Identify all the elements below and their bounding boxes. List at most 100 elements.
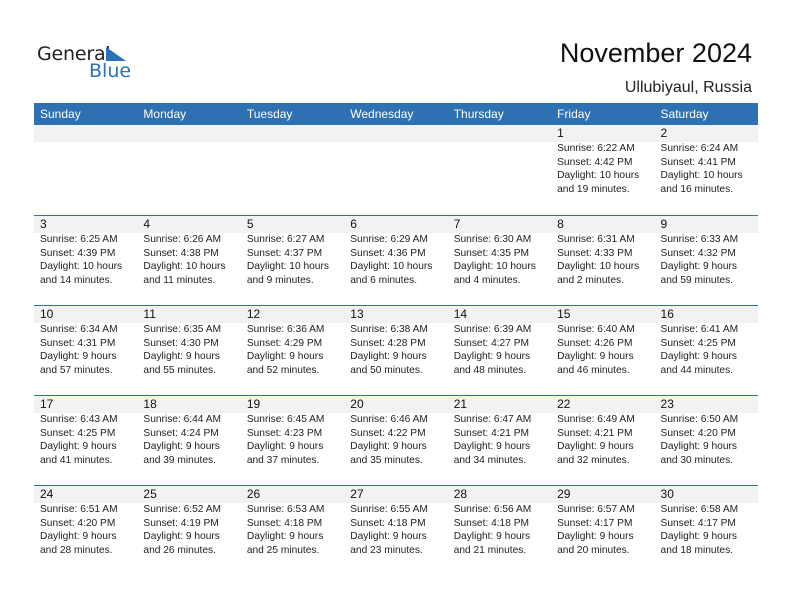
weekday-monday: Monday [143, 107, 187, 121]
day-cell: 4 Sunrise: 6:26 AM Sunset: 4:38 PM Daylight… [137, 216, 240, 287]
daylight-text: and 37 minutes. [246, 454, 320, 466]
sunrise-text: Sunrise: 6:57 AM [557, 504, 635, 515]
day-cell: 16 Sunrise: 6:41 AM Sunset: 4:25 PM Dayligh… [655, 306, 758, 377]
week-row: 24 Sunrise: 6:51 AM Sunset: 4:20 PM Dayligh… [34, 485, 758, 575]
day-number: 2 [660, 126, 668, 140]
day-cell: 26 Sunrise: 6:53 AM Sunset: 4:18 PM Dayligh… [241, 486, 344, 557]
day-number: 30 [660, 487, 674, 501]
daylight-text: Daylight: 9 hours [350, 441, 427, 452]
weekday-wednesday: Wednesday [350, 107, 414, 121]
sunrise-text: Sunrise: 6:36 AM [246, 324, 325, 335]
day-cell: 9 Sunrise: 6:33 AM Sunset: 4:32 PM Daylight… [655, 216, 758, 287]
sun-info: Sunrise: 6:34 AM Sunset: 4:31 PM Daylight:… [40, 323, 137, 377]
sunset-text: Sunset: 4:31 PM [40, 337, 116, 349]
sunrise-text: Sunrise: 6:31 AM [557, 234, 635, 245]
sunrise-text: Sunrise: 6:26 AM [143, 234, 222, 245]
sunrise-text: Sunrise: 6:56 AM [453, 504, 532, 515]
daylight-text: and 59 minutes. [660, 274, 734, 286]
sun-info: Sunrise: 6:24 AM Sunset: 4:41 PM Daylight:… [661, 142, 758, 196]
day-cell: 14 Sunrise: 6:39 AM Sunset: 4:27 PM Dayligh… [448, 306, 551, 377]
day-number: 16 [660, 307, 674, 321]
sunset-text: Sunset: 4:39 PM [40, 247, 116, 259]
day-number: 12 [246, 307, 261, 321]
sunset-text: Sunset: 4:17 PM [660, 517, 736, 529]
day-cell: 13 Sunrise: 6:38 AM Sunset: 4:28 PM Dayligh… [344, 306, 447, 377]
sunset-text: Sunset: 4:25 PM [40, 427, 116, 439]
sun-info: Sunrise: 6:40 AM Sunset: 4:26 PM Daylight:… [557, 323, 654, 377]
sunset-text: Sunset: 4:27 PM [453, 337, 530, 349]
daylight-text: and 25 minutes. [246, 544, 320, 556]
sun-info: Sunrise: 6:38 AM Sunset: 4:28 PM Daylight:… [350, 323, 447, 377]
sunrise-text: Sunrise: 6:44 AM [143, 414, 222, 425]
daylight-text: Daylight: 10 hours [453, 261, 536, 272]
sun-info: Sunrise: 6:43 AM Sunset: 4:25 PM Daylight:… [40, 413, 137, 467]
day-number: 22 [557, 397, 571, 411]
day-cell: 20 Sunrise: 6:46 AM Sunset: 4:22 PM Dayligh… [344, 396, 447, 467]
daylight-text: and 30 minutes. [660, 454, 734, 466]
daylight-text: and 18 minutes. [660, 544, 734, 556]
day-number: 7 [453, 217, 461, 231]
day-number: 9 [660, 217, 668, 231]
sunset-text: Sunset: 4:30 PM [143, 337, 219, 349]
daylight-text: and 20 minutes. [557, 544, 630, 556]
daylight-text: Daylight: 9 hours [246, 441, 324, 452]
sun-info: Sunrise: 6:39 AM Sunset: 4:27 PM Daylight:… [454, 323, 551, 377]
sunrise-text: Sunrise: 6:46 AM [350, 414, 428, 425]
sunrise-text: Sunrise: 6:43 AM [40, 414, 118, 425]
day-cell: 8 Sunrise: 6:31 AM Sunset: 4:33 PM Daylight… [551, 216, 654, 287]
sun-info: Sunrise: 6:51 AM Sunset: 4:20 PM Daylight:… [40, 503, 137, 557]
sunrise-text: Sunrise: 6:25 AM [40, 234, 118, 245]
sunset-text: Sunset: 4:42 PM [557, 156, 633, 168]
sunrise-text: Sunrise: 6:51 AM [40, 504, 118, 515]
sunset-text: Sunset: 4:28 PM [350, 337, 426, 349]
daylight-text: Daylight: 9 hours [660, 351, 737, 362]
day-cell: 30 Sunrise: 6:58 AM Sunset: 4:17 PM Dayligh… [655, 486, 758, 557]
daylight-text: and 2 minutes. [557, 274, 624, 286]
sunset-text: Sunset: 4:24 PM [143, 427, 219, 439]
sunrise-text: Sunrise: 6:47 AM [453, 414, 532, 425]
week-row: 3 Sunrise: 6:25 AM Sunset: 4:39 PM Daylight… [34, 215, 758, 305]
daylight-text: Daylight: 10 hours [40, 261, 123, 272]
weekday-thursday: Thursday [453, 107, 504, 121]
day-number: 15 [557, 307, 571, 321]
day-cell: 2 Sunrise: 6:24 AM Sunset: 4:41 PM Daylight… [655, 125, 758, 196]
day-cell: 1 Sunrise: 6:22 AM Sunset: 4:42 PM Daylight… [551, 125, 654, 196]
sunset-text: Sunset: 4:19 PM [143, 517, 219, 529]
day-cell: 11 Sunrise: 6:35 AM Sunset: 4:30 PM Dayligh… [137, 306, 240, 377]
week-days: 3 Sunrise: 6:25 AM Sunset: 4:39 PM Daylight… [34, 216, 758, 287]
daylight-text: and 11 minutes. [143, 274, 216, 286]
sun-info: Sunrise: 6:47 AM Sunset: 4:21 PM Daylight:… [454, 413, 551, 467]
daylight-text: and 9 minutes. [246, 274, 314, 286]
day-number: 27 [350, 487, 364, 501]
day-number: 4 [143, 217, 151, 231]
sunset-text: Sunset: 4:18 PM [350, 517, 426, 529]
day-number: 1 [557, 126, 564, 140]
week-row: 17 Sunrise: 6:43 AM Sunset: 4:25 PM Dayligh… [34, 395, 758, 485]
day-number: 13 [350, 307, 364, 321]
daylight-text: Daylight: 9 hours [453, 351, 531, 362]
sunset-text: Sunset: 4:23 PM [246, 427, 323, 439]
sunset-text: Sunset: 4:41 PM [660, 156, 736, 168]
logo-triangle-icon [106, 47, 126, 61]
day-number: 18 [143, 397, 157, 411]
empty-day-cell [448, 125, 551, 196]
sun-info: Sunrise: 6:57 AM Sunset: 4:17 PM Daylight:… [557, 503, 654, 557]
sunrise-text: Sunrise: 6:24 AM [660, 143, 739, 154]
sunrise-text: Sunrise: 6:38 AM [350, 324, 428, 335]
daylight-text: Daylight: 9 hours [40, 351, 117, 362]
sunrise-text: Sunrise: 6:35 AM [143, 324, 222, 335]
day-cell: 28 Sunrise: 6:56 AM Sunset: 4:18 PM Dayligh… [448, 486, 551, 557]
day-number: 6 [350, 217, 357, 231]
daylight-text: Daylight: 10 hours [350, 261, 433, 272]
day-cell: 25 Sunrise: 6:52 AM Sunset: 4:19 PM Dayligh… [137, 486, 240, 557]
daylight-text: Daylight: 9 hours [143, 351, 220, 362]
day-number: 3 [40, 217, 47, 231]
sun-info: Sunrise: 6:49 AM Sunset: 4:21 PM Daylight:… [557, 413, 654, 467]
daylight-text: and 35 minutes. [350, 454, 423, 466]
sunrise-text: Sunrise: 6:33 AM [660, 234, 739, 245]
empty-day-cell [137, 125, 240, 196]
day-number: 14 [453, 307, 468, 321]
daylight-text: Daylight: 10 hours [557, 170, 640, 181]
week-days: 17 Sunrise: 6:43 AM Sunset: 4:25 PM Dayligh… [34, 396, 758, 467]
daylight-text: and 4 minutes. [453, 274, 521, 286]
